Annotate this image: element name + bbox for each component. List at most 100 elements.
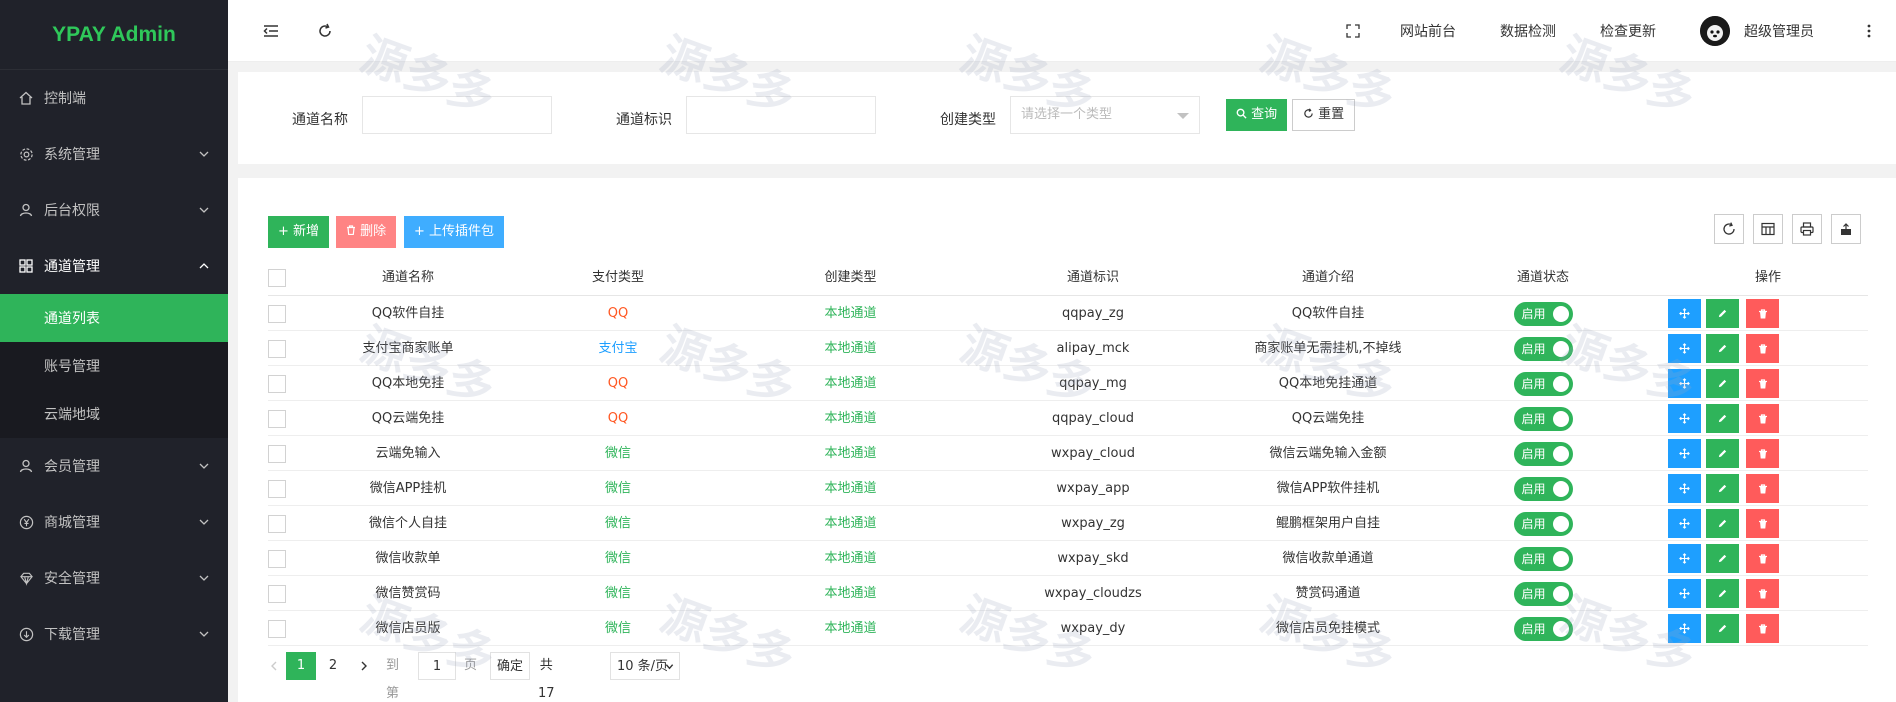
delete-row-button[interactable] — [1746, 614, 1779, 643]
header-channel-state[interactable]: 通道状态 — [1443, 260, 1643, 296]
row-checkbox[interactable] — [268, 305, 286, 323]
move-button[interactable] — [1668, 439, 1701, 468]
delete-row-button[interactable] — [1746, 334, 1779, 363]
edit-button[interactable] — [1706, 614, 1739, 643]
edit-button[interactable] — [1706, 404, 1739, 433]
menu-fold-icon[interactable] — [262, 22, 280, 40]
sidebar-item-cloud-region[interactable]: 云端地域 — [0, 390, 228, 438]
header-link-data-check[interactable]: 数据检测 — [1500, 21, 1556, 41]
row-checkbox[interactable] — [268, 375, 286, 393]
header-channel-name[interactable]: 通道名称 — [308, 260, 508, 296]
header-link-site-front[interactable]: 网站前台 — [1400, 21, 1456, 41]
refresh-icon[interactable] — [316, 22, 334, 40]
table-print-button[interactable] — [1792, 214, 1822, 244]
header-create-type[interactable]: 创建类型 — [728, 260, 973, 296]
move-button[interactable] — [1668, 474, 1701, 503]
sidebar-item-system[interactable]: 系统管理 — [0, 126, 228, 182]
status-toggle[interactable]: 启用 — [1513, 616, 1573, 641]
reset-button[interactable]: 重置 — [1292, 99, 1356, 131]
add-button[interactable]: + 新增 — [268, 216, 330, 248]
sidebar-item-members[interactable]: 会员管理 — [0, 438, 228, 494]
delete-row-button[interactable] — [1746, 509, 1779, 538]
goto-page-input[interactable]: 1 — [418, 652, 456, 680]
sidebar-item-console[interactable]: 控制端 — [0, 70, 228, 126]
sidebar-item-security[interactable]: 安全管理 — [0, 550, 228, 606]
move-button[interactable] — [1668, 369, 1701, 398]
goto-confirm-button[interactable]: 确定 — [490, 652, 530, 680]
cell-actions — [1668, 296, 1868, 331]
more-vertical-icon[interactable] — [1860, 22, 1878, 40]
edit-button[interactable] — [1706, 439, 1739, 468]
move-button[interactable] — [1668, 614, 1701, 643]
next-page-icon[interactable] — [358, 660, 370, 672]
status-toggle[interactable]: 启用 — [1513, 371, 1573, 396]
row-checkbox[interactable] — [268, 620, 286, 638]
status-toggle[interactable]: 启用 — [1513, 511, 1573, 536]
status-toggle[interactable]: 启用 — [1513, 336, 1573, 361]
sidebar-item-permissions[interactable]: 后台权限 — [0, 182, 228, 238]
edit-button[interactable] — [1706, 369, 1739, 398]
reset-button-label: 重置 — [1318, 107, 1345, 122]
create-type-select[interactable]: 请选择一个类型 — [1010, 96, 1200, 134]
delete-row-button[interactable] — [1746, 579, 1779, 608]
move-button[interactable] — [1668, 579, 1701, 608]
sidebar-item-downloads[interactable]: 下载管理 — [0, 606, 228, 662]
sidebar-item-mall[interactable]: 商城管理 — [0, 494, 228, 550]
delete-row-button[interactable] — [1746, 439, 1779, 468]
upload-plugin-button[interactable]: + 上传插件包 — [404, 216, 505, 248]
channel-name-input[interactable] — [362, 96, 552, 134]
sidebar-item-account-management[interactable]: 账号管理 — [0, 342, 228, 390]
page-number[interactable]: 2 — [318, 652, 348, 680]
move-button[interactable] — [1668, 334, 1701, 363]
table-refresh-button[interactable] — [1714, 214, 1744, 244]
status-toggle[interactable]: 启用 — [1513, 441, 1573, 466]
header-channel-intro[interactable]: 通道介绍 — [1213, 260, 1443, 296]
per-page-select[interactable]: 10 条/页 — [610, 652, 680, 680]
move-button[interactable] — [1668, 544, 1701, 573]
fullscreen-icon[interactable] — [1344, 22, 1362, 40]
delete-row-button[interactable] — [1746, 369, 1779, 398]
edit-button[interactable] — [1706, 474, 1739, 503]
status-toggle[interactable]: 启用 — [1513, 546, 1573, 571]
sidebar-item-channels[interactable]: 通道管理 — [0, 238, 228, 294]
delete-row-button[interactable] — [1746, 544, 1779, 573]
edit-button[interactable] — [1706, 509, 1739, 538]
edit-button[interactable] — [1706, 579, 1739, 608]
row-checkbox[interactable] — [268, 410, 286, 428]
sidebar-item-channel-list[interactable]: 通道列表 — [0, 294, 228, 342]
header-pay-type[interactable]: 支付类型 — [508, 260, 728, 296]
prev-page-icon[interactable] — [268, 660, 280, 672]
edit-button[interactable] — [1706, 299, 1739, 328]
edit-icon — [1718, 344, 1727, 353]
row-checkbox[interactable] — [268, 585, 286, 603]
move-button[interactable] — [1668, 404, 1701, 433]
page-number-active[interactable]: 1 — [286, 652, 316, 680]
move-button[interactable] — [1668, 299, 1701, 328]
avatar[interactable] — [1700, 16, 1730, 46]
row-checkbox[interactable] — [268, 480, 286, 498]
status-toggle[interactable]: 启用 — [1513, 406, 1573, 431]
header-username[interactable]: 超级管理员 — [1744, 21, 1814, 41]
row-checkbox[interactable] — [268, 445, 286, 463]
row-checkbox[interactable] — [268, 340, 286, 358]
status-toggle[interactable]: 启用 — [1513, 301, 1573, 326]
delete-row-button[interactable] — [1746, 404, 1779, 433]
select-all-checkbox[interactable] — [268, 269, 286, 287]
row-checkbox[interactable] — [268, 550, 286, 568]
row-checkbox[interactable] — [268, 515, 286, 533]
table-export-button[interactable] — [1831, 214, 1861, 244]
delete-button[interactable]: 删除 — [336, 216, 397, 248]
delete-row-button[interactable] — [1746, 474, 1779, 503]
delete-row-button[interactable] — [1746, 299, 1779, 328]
header-channel-ident[interactable]: 通道标识 — [973, 260, 1213, 296]
status-toggle[interactable]: 启用 — [1513, 476, 1573, 501]
edit-button[interactable] — [1706, 544, 1739, 573]
header-link-check-update[interactable]: 检查更新 — [1600, 21, 1656, 41]
table-columns-button[interactable] — [1753, 214, 1783, 244]
edit-button[interactable] — [1706, 334, 1739, 363]
move-button[interactable] — [1668, 509, 1701, 538]
search-button[interactable]: 查询 — [1226, 99, 1288, 131]
table-row: QQ本地免挂 QQ 本地通道 qqpay_mg QQ本地免挂通道 启用 — [268, 366, 1868, 401]
status-toggle[interactable]: 启用 — [1513, 581, 1573, 606]
channel-ident-input[interactable] — [686, 96, 876, 134]
